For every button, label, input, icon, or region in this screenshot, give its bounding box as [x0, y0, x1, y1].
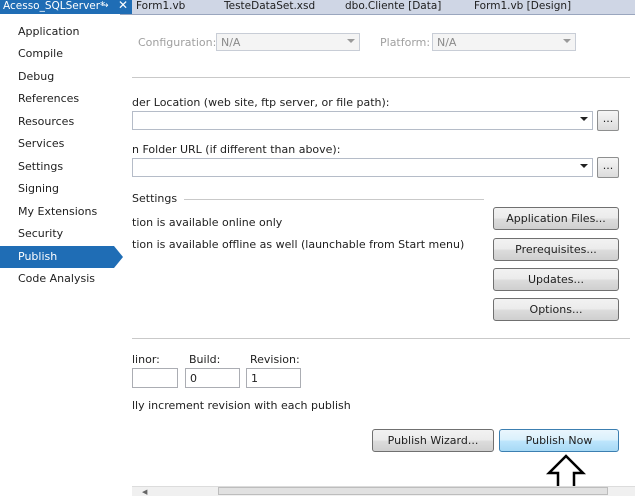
browse-folder-url-button[interactable]: ... [597, 157, 619, 178]
publish-wizard-button[interactable]: Publish Wizard... [372, 429, 494, 452]
option-offline-available[interactable]: tion is available offline as well (launc… [132, 238, 464, 251]
platform-value: N/A [437, 36, 457, 49]
auto-increment-checkbox-label[interactable]: lly increment revision with each publish [132, 399, 351, 412]
sidebar-item-my-extensions[interactable]: My Extensions [0, 201, 120, 223]
tab-dbo-cliente-data[interactable]: dbo.Cliente [Data] [345, 0, 441, 14]
tab-form1-design[interactable]: Form1.vb [Design] [474, 0, 571, 14]
sidebar-item-security[interactable]: Security [0, 223, 120, 245]
browse-folder-location-button[interactable]: ... [597, 110, 619, 131]
publish-folder-location-label: der Location (web site, ftp server, or f… [132, 96, 390, 109]
options-button[interactable]: Options... [493, 298, 619, 321]
platform-label: Platform: [380, 36, 431, 49]
minor-label: linor: [132, 353, 160, 366]
minor-input[interactable] [132, 368, 178, 388]
up-arrow-outline-icon [545, 454, 587, 490]
prerequisites-button[interactable]: Prerequisites... [493, 238, 619, 261]
version-divider [132, 338, 630, 339]
sidebar-item-debug[interactable]: Debug [0, 66, 120, 88]
publish-folder-location-combo[interactable] [132, 111, 593, 130]
sidebar-item-code-analysis[interactable]: Code Analysis [0, 268, 120, 290]
sidebar-item-application[interactable]: Application [0, 21, 120, 43]
chevron-down-icon [563, 39, 571, 43]
sidebar-item-label: Publish [18, 250, 58, 263]
tab-label: Acesso_SQLServer* [3, 0, 106, 12]
installation-folder-url-combo[interactable] [132, 158, 593, 177]
application-files-button[interactable]: Application Files... [493, 207, 619, 230]
sidebar-item-publish[interactable]: Publish [0, 246, 123, 268]
section-divider [132, 77, 630, 78]
build-value: 0 [190, 372, 197, 385]
updates-button[interactable]: Updates... [493, 268, 619, 291]
build-label: Build: [189, 353, 221, 366]
document-tab-bar: Acesso_SQLServer* → ✕ Form1.vb TesteData… [0, 0, 635, 15]
configuration-value: N/A [221, 36, 241, 49]
sidebar-item-signing[interactable]: Signing [0, 178, 120, 200]
close-icon[interactable]: ✕ [118, 0, 128, 12]
sidebar-item-compile[interactable]: Compile [0, 43, 120, 65]
horizontal-scrollbar-thumb[interactable] [218, 487, 608, 495]
sidebar-item-settings[interactable]: Settings [0, 156, 120, 178]
build-input[interactable]: 0 [185, 368, 240, 388]
revision-label: Revision: [250, 353, 300, 366]
option-online-only[interactable]: tion is available online only [132, 216, 282, 229]
selection-arrow [114, 246, 123, 268]
install-settings-divider [184, 199, 484, 200]
installation-folder-url-label: n Folder URL (if different than above): [132, 143, 341, 156]
publish-now-button[interactable]: Publish Now [499, 429, 619, 452]
platform-dropdown[interactable]: N/A [432, 33, 576, 51]
sidebar-item-resources[interactable]: Resources [0, 111, 120, 133]
revision-input[interactable]: 1 [246, 368, 301, 388]
chevron-down-icon [580, 117, 588, 121]
pin-icon[interactable]: → [101, 0, 109, 13]
project-properties-sidebar: Application Compile Debug References Res… [0, 14, 123, 495]
sidebar-item-services[interactable]: Services [0, 133, 120, 155]
install-settings-section-label: Settings [132, 192, 178, 205]
chevron-down-icon [347, 39, 355, 43]
configuration-dropdown[interactable]: N/A [216, 33, 360, 51]
tab-acesso-sqlserver[interactable]: Acesso_SQLServer* → ✕ [0, 0, 132, 14]
sidebar-item-references[interactable]: References [0, 88, 120, 110]
tab-testedataset[interactable]: TesteDataSet.xsd [224, 0, 315, 14]
revision-value: 1 [251, 372, 258, 385]
chevron-down-icon [580, 164, 588, 168]
tab-form1-vb[interactable]: Form1.vb [136, 0, 185, 14]
configuration-label: Configuration: [138, 36, 217, 49]
